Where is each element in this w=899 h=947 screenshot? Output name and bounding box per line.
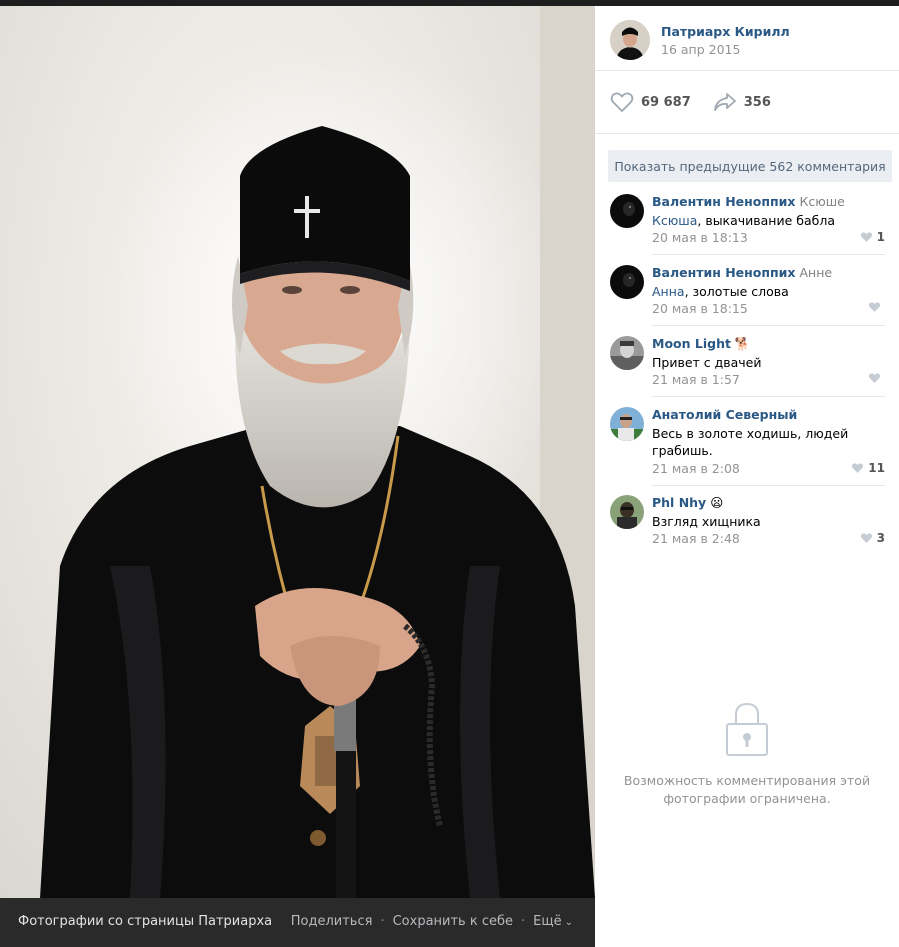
comment-like-count: 3 (876, 531, 885, 545)
post-date[interactable]: 16 апр 2015 (661, 42, 740, 57)
like-count: 69 687 (641, 94, 691, 110)
photo-footer: Фотографии со страницы Патриарха Поделит… (0, 898, 595, 947)
frown-emoji-icon: 😦 (710, 495, 724, 510)
dog-emoji-icon: 🐕 (734, 336, 751, 351)
chevron-down-icon: ⌄ (564, 917, 573, 928)
comment-header: Валентин Неноппих Анне (652, 265, 832, 280)
comment-date[interactable]: 20 мая в 18:13 (652, 230, 748, 245)
comment-addressee[interactable]: Ксюша (652, 213, 697, 228)
comment: Phl Nhy 😦 Взгляд хищника 21 мая в 2:48 3 (595, 495, 899, 565)
like-button[interactable]: 69 687 (610, 91, 691, 113)
comment-header: Phl Nhy 😦 (652, 495, 723, 510)
restriction-message: Возможность комментирования этой фотогра… (595, 772, 899, 808)
comment-text: Привет с двачей (652, 354, 872, 371)
heart-icon (852, 463, 864, 473)
comment-body: Весь в золоте ходишь, людей грабишь. (652, 426, 849, 458)
stats-bar: 69 687 356 (610, 90, 793, 114)
comment-avatar[interactable] (610, 265, 644, 299)
comment-text: Анна, золотые слова (652, 283, 872, 300)
comments-restricted-notice: Возможность комментирования этой фотогра… (595, 700, 899, 808)
comment: Валентин Неноппих Анне Анна, золотые сло… (595, 265, 899, 335)
restriction-line: Возможность комментирования этой (623, 773, 871, 788)
save-button[interactable]: Сохранить к себе (393, 914, 513, 929)
comment-text: Взгляд хищника (652, 513, 872, 530)
divider (652, 485, 885, 486)
photo-actions: Поделиться · Сохранить к себе · Ещё ⌄ (291, 914, 573, 929)
author-name[interactable]: Патриарх Кирилл (661, 24, 790, 39)
comment: Moon Light 🐕 Привет с двачей 21 мая в 1:… (595, 336, 899, 406)
comment-like-count: 11 (868, 461, 885, 475)
comment: Валентин Неноппих Ксюше Ксюша, выкачиван… (595, 194, 899, 264)
divider (595, 133, 899, 134)
heart-icon (860, 232, 872, 242)
comment-avatar[interactable] (610, 495, 644, 529)
comment-header: Moon Light 🐕 (652, 336, 751, 352)
comment-date[interactable]: 21 мая в 1:57 (652, 372, 740, 387)
separator-dot: · (380, 914, 385, 929)
comment-body: Привет с двачей (652, 355, 762, 370)
comment-author[interactable]: Анатолий Северный (652, 407, 797, 422)
more-button[interactable]: Ещё ⌄ (533, 914, 573, 929)
show-previous-comments-button[interactable]: Показать предыдущие 562 комментария (608, 150, 892, 182)
comment-author[interactable]: Phl Nhy (652, 495, 706, 510)
heart-icon (860, 533, 872, 543)
share-button[interactable]: Поделиться (291, 914, 373, 929)
comment-header: Валентин Неноппих Ксюше (652, 194, 845, 209)
comment-body: Взгляд хищника (652, 514, 761, 529)
comment-like-button[interactable]: 11 (851, 461, 885, 475)
comment-addressee[interactable]: Анна (652, 284, 685, 299)
album-link[interactable]: Фотографии со страницы Патриарха (18, 914, 272, 929)
comment-date[interactable]: 20 мая в 18:15 (652, 301, 748, 316)
photo-illustration (40, 6, 595, 898)
photo-viewer: Фотографии со страницы Патриарха Поделит… (0, 6, 595, 947)
comment-date[interactable]: 21 мая в 2:48 (652, 531, 740, 546)
reply-to[interactable]: Анне (799, 265, 832, 280)
comment-avatar[interactable] (610, 336, 644, 370)
divider (652, 325, 885, 326)
photo[interactable] (0, 6, 595, 898)
comment-header: Анатолий Северный (652, 407, 797, 422)
comment-like-button[interactable] (868, 372, 885, 384)
comment-author[interactable]: Валентин Неноппих (652, 265, 795, 280)
comment-text: Весь в золоте ходишь, людей грабишь. (652, 425, 872, 459)
comment-body: , золотые слова (684, 284, 789, 299)
comment-body: , выкачивание бабла (697, 213, 835, 228)
share-count: 356 (743, 94, 771, 110)
comments-panel: Патриарх Кирилл 16 апр 2015 69 687 356 П… (595, 6, 899, 947)
divider (595, 70, 899, 71)
heart-icon (868, 373, 881, 383)
comment-avatar[interactable] (610, 194, 644, 228)
comment-avatar[interactable] (610, 407, 644, 441)
comment-like-count: 1 (876, 230, 885, 244)
comment-author[interactable]: Валентин Неноппих (652, 194, 795, 209)
separator-dot: · (521, 914, 526, 929)
comment-like-button[interactable]: 3 (860, 531, 885, 545)
comment-author[interactable]: Moon Light (652, 336, 731, 351)
author-avatar[interactable] (610, 20, 650, 60)
comment-text: Ксюша, выкачивание бабла (652, 212, 872, 229)
lock-icon (726, 702, 768, 756)
reply-to[interactable]: Ксюше (799, 194, 844, 209)
share-count-button[interactable]: 356 (713, 91, 771, 113)
divider (652, 254, 885, 255)
heart-icon (610, 92, 634, 113)
comment-date[interactable]: 21 мая в 2:08 (652, 461, 740, 476)
comment-like-button[interactable] (868, 301, 885, 313)
comment: Анатолий Северный Весь в золоте ходишь, … (595, 407, 899, 495)
heart-icon (868, 302, 881, 312)
more-label: Ещё (533, 914, 562, 929)
share-arrow-icon (713, 93, 736, 111)
divider (652, 396, 885, 397)
restriction-line: фотографии ограничена. (663, 791, 831, 806)
comment-like-button[interactable]: 1 (860, 230, 885, 244)
